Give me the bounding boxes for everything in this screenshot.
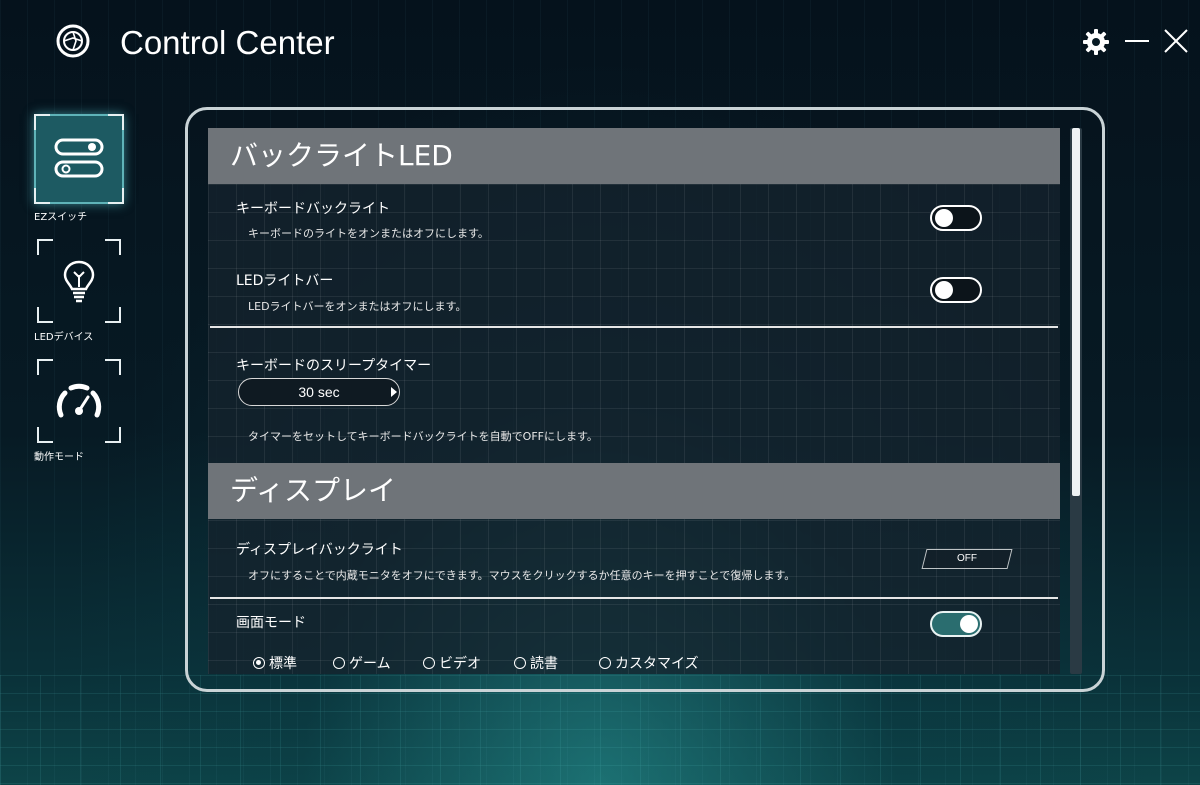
play-arrow-icon[interactable] [391, 387, 397, 397]
settings-panel: バックライトLED キーボードバックライト キーボードのライトをオンまたはオフに… [208, 128, 1060, 674]
screen-mode-option-video[interactable]: ビデオ [423, 653, 481, 673]
keyboard-backlight-desc: キーボードのライトをオンまたはオフにします。 [248, 227, 489, 240]
speedometer-icon [56, 383, 102, 418]
screen-mode-option-standard[interactable]: 標準 [253, 653, 297, 673]
led-lightbar-toggle[interactable] [930, 277, 982, 303]
sleep-timer-selector[interactable]: 30 sec [238, 378, 400, 406]
keyboard-backlight-title: キーボードバックライト [236, 201, 390, 217]
radio-icon [514, 657, 526, 669]
divider [210, 326, 1058, 328]
display-backlight-desc: オフにすることで内蔵モニタをオフにできます。マウスをクリックするか任意のキーを押… [248, 569, 796, 582]
led-lightbar-title: LEDライトバー [236, 273, 334, 289]
section-header-backlight: バックライトLED [208, 128, 1060, 184]
radio-label: ビデオ [439, 656, 481, 672]
sleep-timer-title: キーボードのスリープタイマー [236, 358, 432, 374]
sidebar-item-led-devices[interactable] [37, 239, 121, 323]
close-icon[interactable] [1163, 28, 1189, 54]
sidebar-item-label: 動作モード [34, 452, 84, 463]
screen-mode-option-reading[interactable]: 読書 [514, 653, 558, 673]
light-bulb-icon [63, 260, 95, 303]
radio-label: ゲーム [349, 656, 391, 672]
radio-selected-icon [253, 657, 265, 669]
screen-mode-option-game[interactable]: ゲーム [333, 653, 391, 673]
app-title: Control Center [120, 24, 335, 61]
gear-icon[interactable] [1082, 28, 1110, 56]
screen-mode-title: 画面モード [236, 615, 306, 631]
off-button-label: OFF [957, 553, 977, 564]
led-lightbar-desc: LEDライトバーをオンまたはオフにします。 [248, 300, 467, 313]
sidebar-item-label: LEDデバイス [34, 332, 94, 343]
radio-label: 読書 [530, 656, 558, 672]
radio-icon [423, 657, 435, 669]
sidebar-item-operation-mode[interactable] [37, 359, 121, 443]
display-backlight-title: ディスプレイバックライト [236, 542, 403, 558]
scrollbar-thumb[interactable] [1072, 128, 1080, 496]
sleep-timer-desc: タイマーをセットしてキーボードバックライトを自動でOFFにします。 [248, 430, 598, 443]
radio-icon [599, 657, 611, 669]
radio-label: 標準 [269, 656, 297, 672]
section-header-display: ディスプレイ [208, 463, 1060, 519]
screen-mode-toggle[interactable] [930, 611, 982, 637]
sidebar-item-ez-switch[interactable] [34, 114, 124, 204]
sidebar-item-label: EZスイッチ [34, 212, 88, 223]
radio-label: カスタマイズ [615, 656, 699, 672]
app-logo-icon [56, 24, 90, 58]
divider [210, 597, 1058, 599]
screen-mode-option-customize[interactable]: カスタマイズ [599, 653, 699, 673]
keyboard-backlight-toggle[interactable] [930, 205, 982, 231]
minimize-icon[interactable] [1124, 28, 1150, 54]
toggle-switch-icon [54, 138, 104, 178]
display-backlight-off-button[interactable]: OFF [921, 549, 1013, 569]
radio-icon [333, 657, 345, 669]
sleep-timer-value: 30 sec [298, 384, 340, 400]
